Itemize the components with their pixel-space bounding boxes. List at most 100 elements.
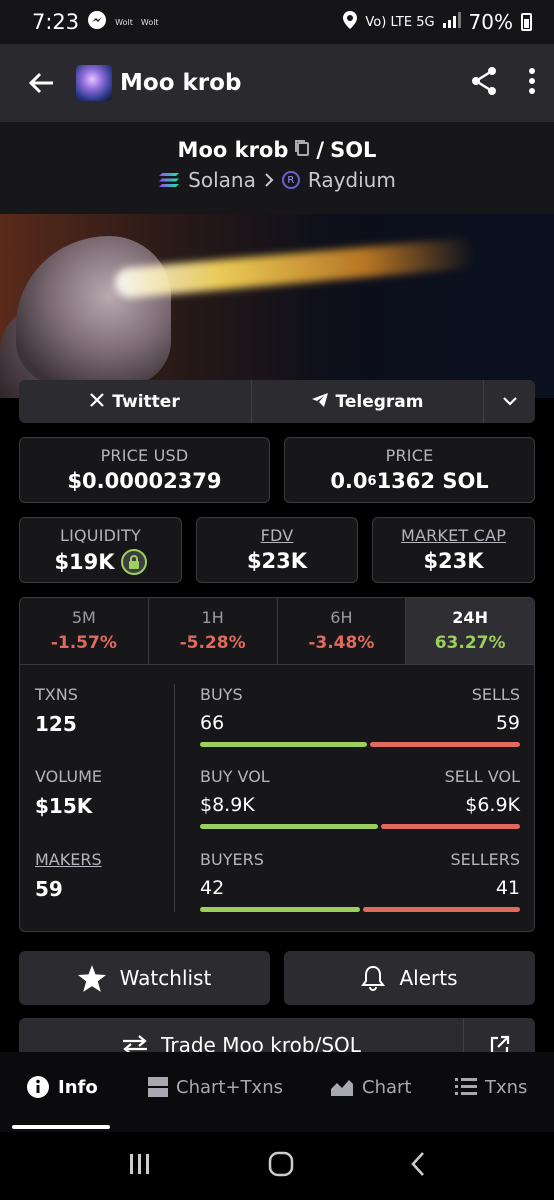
chain-link[interactable]: Solana (188, 168, 256, 192)
buys-value: 66 (200, 712, 225, 734)
buyers-bar (200, 907, 361, 912)
app-bar: Moo krob (0, 44, 554, 122)
tab-label: 5M (71, 608, 96, 627)
nav-txns[interactable]: Txns (455, 1077, 527, 1108)
bottom-nav: Info Chart+Txns Chart Txns (0, 1052, 554, 1132)
chevron-right-icon (264, 168, 274, 192)
fdv-label: FDV (260, 526, 294, 545)
price-native-label: PRICE (385, 446, 434, 465)
buys-bar (200, 742, 368, 747)
more-menu-button[interactable] (528, 68, 536, 98)
buyers-label: BUYERS (200, 850, 264, 869)
recents-icon (130, 1154, 149, 1174)
copy-icon (295, 140, 310, 156)
buys-sells-bar (200, 742, 520, 747)
telegram-button[interactable]: Telegram (251, 380, 483, 423)
dex-link[interactable]: Raydium (308, 168, 396, 192)
home-button[interactable] (268, 1151, 294, 1181)
wolt-notification: Wolt (115, 17, 133, 27)
liquidity-card: LIQUIDITY $19K (19, 517, 182, 583)
solana-icon (159, 173, 180, 187)
tab-change: 63.27% (434, 633, 506, 653)
quote-token-name: SOL (330, 138, 377, 162)
bell-icon (361, 965, 386, 991)
telegram-label: Telegram (335, 391, 424, 412)
fdv-card[interactable]: FDV $23K (196, 517, 358, 583)
price-native-rest: 1362 SOL (376, 469, 489, 493)
more-links-button[interactable] (483, 380, 535, 423)
chevron-left-icon (411, 1152, 424, 1176)
pair-header: Moo krob / SOL Solana R Raydium (0, 122, 554, 214)
stats-panel: 5M -1.57% 1H -5.28% 6H -3.48% 24H 63.27%… (19, 597, 535, 932)
tab-5m[interactable]: 5M -1.57% (20, 598, 149, 664)
system-back-button[interactable] (410, 1151, 426, 1181)
market-cap-value: $23K (423, 549, 484, 573)
x-logo-icon (90, 392, 105, 412)
fdv-value: $23K (246, 549, 308, 573)
price-usd-card: PRICE USD $0.00002379 (19, 437, 270, 503)
buys-label: BUYS (200, 685, 243, 704)
txns-label: TXNS (35, 685, 78, 704)
home-icon (268, 1151, 294, 1177)
alerts-button[interactable]: Alerts (284, 951, 535, 1005)
arrow-left-icon (28, 72, 53, 94)
nav-chart-txns[interactable]: Chart+Txns (148, 1077, 283, 1108)
sells-value: 59 (495, 712, 520, 734)
nav-info-label: Info (58, 1076, 98, 1098)
list-icon (455, 1078, 477, 1095)
price-usd-label: PRICE USD (100, 446, 189, 465)
tab-24h[interactable]: 24H 63.27% (406, 598, 534, 664)
market-cap-card[interactable]: MARKET CAP $23K (372, 517, 535, 583)
nav-chart[interactable]: Chart (330, 1077, 411, 1108)
system-nav-bar (0, 1132, 554, 1200)
share-icon (472, 67, 496, 95)
txns-row: TXNS 125 BUYS SELLS 66 59 (20, 685, 534, 765)
twitter-button[interactable]: Twitter (19, 380, 251, 423)
base-token-name: Moo krob (177, 138, 289, 162)
sell-vol-label: SELL VOL (444, 767, 520, 786)
page-title: Moo krob (120, 70, 242, 96)
area-chart-icon (331, 1080, 353, 1096)
banner-beam (113, 237, 475, 299)
share-button[interactable] (470, 66, 498, 100)
raydium-icon: R (281, 171, 300, 189)
tab-change: -5.28% (179, 633, 246, 653)
tab-label: 24H (452, 608, 488, 627)
star-icon (77, 964, 106, 992)
signal-icon (442, 12, 461, 32)
market-cap-label: MARKET CAP (400, 526, 507, 545)
sellers-value: 41 (495, 877, 520, 899)
tab-1h[interactable]: 1H -5.28% (149, 598, 278, 664)
nav-info[interactable]: Info (26, 1075, 98, 1109)
telegram-icon (311, 392, 328, 412)
makers-value: 59 (35, 877, 63, 901)
banner-hippo (16, 236, 171, 386)
price-native-card: PRICE 0.0 6 1362 SOL (284, 437, 535, 503)
nav-chart-label: Chart (362, 1076, 412, 1098)
network-indicator: Vo) LTE 5G (365, 14, 435, 30)
watchlist-label: Watchlist (119, 966, 212, 990)
social-links: Twitter Telegram (19, 380, 535, 423)
tab-change: -1.57% (50, 633, 117, 653)
watchlist-button[interactable]: Watchlist (19, 951, 270, 1005)
wolt-notification: Wolt (140, 17, 159, 27)
liquidity-lock-button[interactable] (120, 549, 147, 575)
buy-vol-bar (200, 824, 379, 829)
sellers-label: SELLERS (450, 850, 520, 869)
volume-bar (200, 824, 520, 829)
tab-6h[interactable]: 6H -3.48% (278, 598, 407, 664)
recent-apps-button[interactable] (128, 1153, 152, 1179)
price-native-value: 0.0 6 1362 SOL (285, 469, 534, 493)
volume-label: VOLUME (35, 767, 102, 786)
makers-label[interactable]: MAKERS (35, 850, 102, 869)
battery-percent: 70% (468, 10, 513, 34)
price-native-prefix: 0.0 (330, 469, 368, 493)
lock-icon (128, 555, 139, 569)
nav-txns-label: Txns (485, 1076, 528, 1098)
sellers-bar (363, 907, 520, 912)
token-avatar (76, 65, 112, 101)
back-button[interactable] (26, 68, 56, 98)
liquidity-label: LIQUIDITY (59, 526, 142, 545)
tab-label: 1H (201, 608, 224, 627)
copy-button[interactable] (294, 138, 310, 162)
